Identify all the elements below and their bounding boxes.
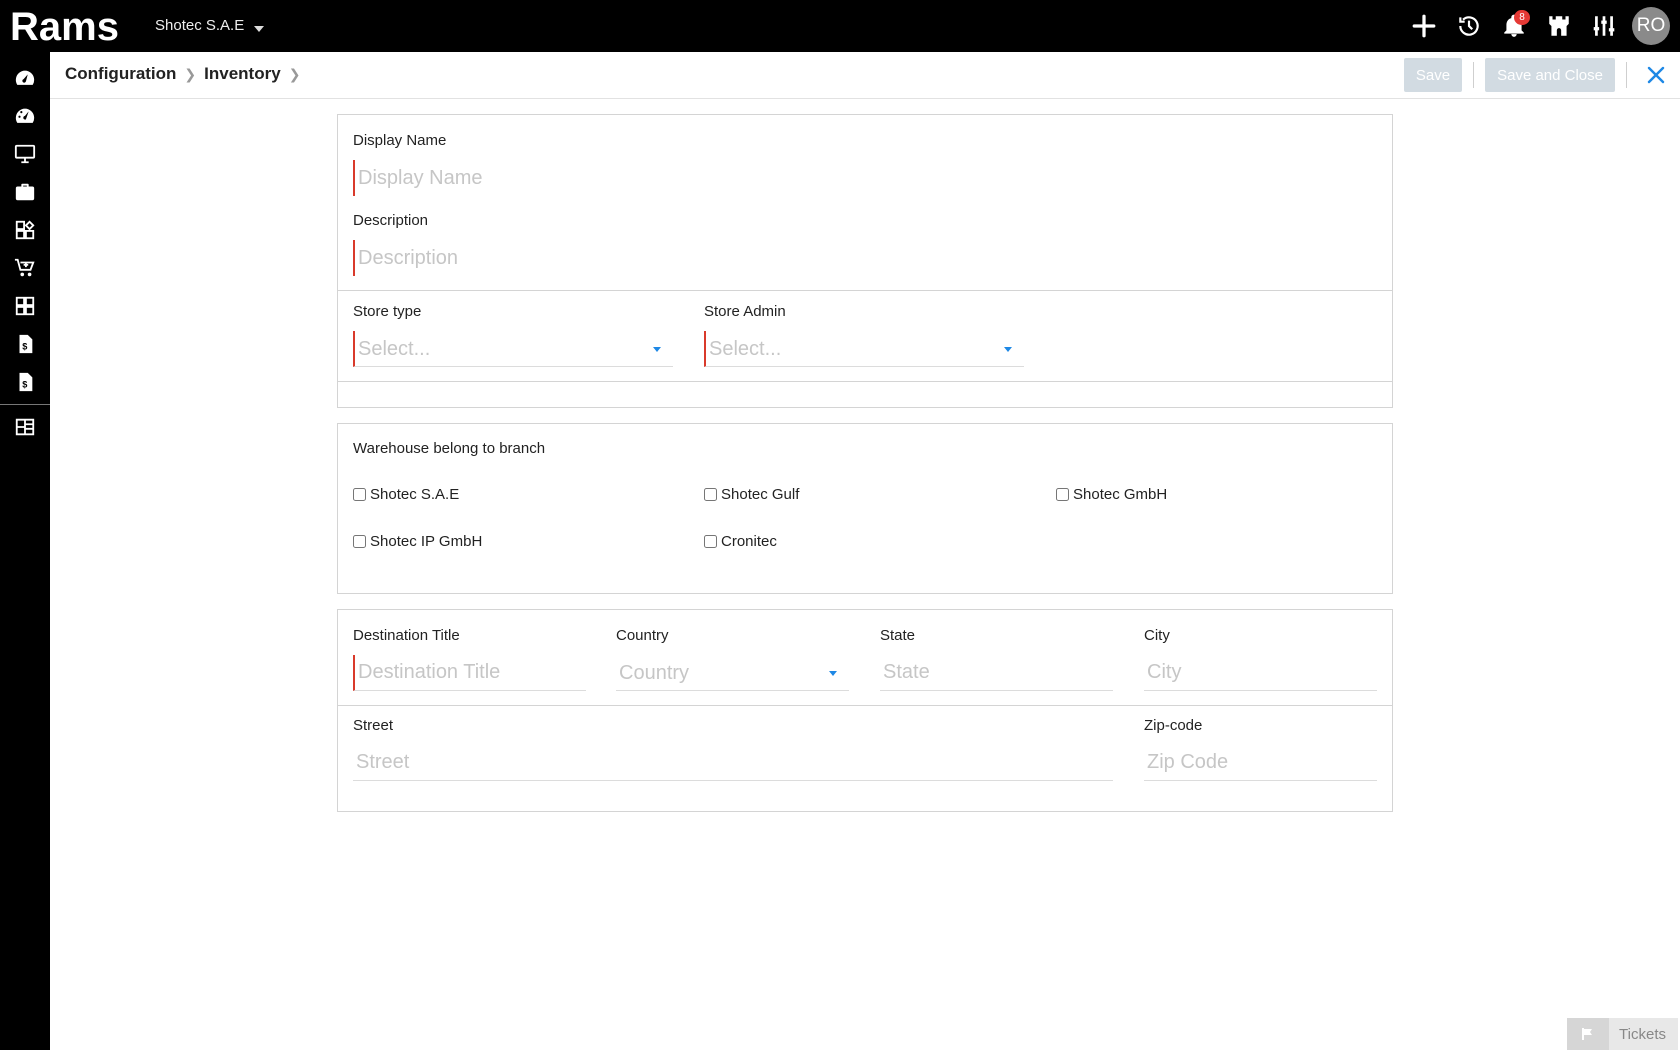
header-actions: Save Save and Close [1403,58,1680,92]
branch-checkbox-shotec-gulf[interactable]: Shotec Gulf [704,486,799,503]
notification-badge: 8 [1514,10,1530,25]
divider [1626,62,1627,88]
store-row: Store type Select... Store Admin Select.… [338,291,1392,382]
save-and-close-button[interactable]: Save and Close [1485,58,1615,92]
street-row: Street Zip-code [338,706,1392,811]
street-label: Street [353,717,394,734]
branch-checkbox-shotec-gmbh[interactable]: Shotec GmbH [1056,486,1167,503]
top-bar: Rams Shotec S.A.E 8 RO [0,0,1680,52]
invoice-alt-icon[interactable]: $ [0,363,50,401]
branch-checkbox-shotec-ip-gmbh[interactable]: Shotec IP GmbH [353,533,482,550]
city-input[interactable] [1144,655,1377,691]
display-name-input[interactable] [353,160,1373,196]
flag-icon [1567,1018,1610,1050]
rams-logo[interactable]: Rams [10,6,132,46]
store-type-select[interactable]: Select... [353,331,673,367]
branch-label: Shotec Gulf [721,486,800,503]
branch-checkbox-cronitec[interactable]: Cronitec [704,533,777,550]
chevron-down-icon [254,25,265,32]
zip-code-label: Zip-code [1144,717,1203,734]
caret-down-icon [1004,347,1012,352]
branch-label: Cronitec [721,533,777,550]
chevron-right-icon: ❯ [288,65,301,82]
monitor-icon[interactable] [0,135,50,173]
breadcrumb: Configuration ❯ Inventory ❯ [65,64,308,84]
cart-icon[interactable] [0,249,50,287]
svg-text:$: $ [22,380,27,390]
castle-icon[interactable] [1536,0,1581,52]
bell-icon[interactable]: 8 [1491,0,1536,52]
checkbox[interactable] [1056,488,1069,501]
modules-alt-icon[interactable] [0,287,50,325]
destination-title-label: Destination Title [353,627,460,644]
checkbox[interactable] [353,488,366,501]
breadcrumb-inventory[interactable]: Inventory [204,64,281,84]
checkbox[interactable] [704,488,717,501]
branch-label: Shotec S.A.E [370,486,460,503]
svg-text:Rams: Rams [10,6,119,46]
dashboard-icon[interactable] [0,59,50,97]
sidebar-divider [0,404,50,405]
company-selector[interactable]: Shotec S.A.E [155,17,265,34]
street-input[interactable] [353,745,1113,781]
country-placeholder: Country [619,662,690,684]
tickets-widget[interactable]: Tickets [1567,1018,1678,1050]
name-row: Display Name Description [338,115,1392,291]
store-admin-placeholder: Select... [709,338,782,360]
country-label: Country [616,627,669,644]
state-label: State [880,627,916,644]
state-input[interactable] [880,655,1113,691]
checkbox[interactable] [353,535,366,548]
save-button[interactable]: Save [1403,58,1463,92]
page-header: Configuration ❯ Inventory ❯ Save Save an… [50,52,1680,99]
description-input[interactable] [353,240,1373,276]
dashboard-alt-icon[interactable] [0,97,50,135]
plus-icon[interactable] [1401,0,1446,52]
city-label: City [1144,627,1170,644]
address-panel: Destination Title Country Country State … [337,609,1393,812]
company-name: Shotec S.A.E [155,17,245,34]
store-type-label: Store type [353,303,422,320]
store-admin-label: Store Admin [704,303,786,320]
invoice-icon[interactable]: $ [0,325,50,363]
general-panel: Display Name Description Store type Sele… [337,114,1393,408]
tickets-label: Tickets [1619,1025,1666,1043]
store-admin-select[interactable]: Select... [704,331,1024,367]
branches-title: Warehouse belong to branch [353,440,546,457]
country-select[interactable]: Country [616,655,849,691]
store-type-placeholder: Select... [358,338,431,360]
caret-down-icon [829,671,837,676]
history-icon[interactable] [1446,0,1491,52]
briefcase-icon[interactable] [0,173,50,211]
description-label: Description [353,212,429,229]
empty-row [338,382,1392,407]
branch-checkbox-shotec-sae[interactable]: Shotec S.A.E [353,486,459,503]
breadcrumb-configuration[interactable]: Configuration [65,64,176,84]
location-row: Destination Title Country Country State … [338,610,1392,706]
top-actions: 8 RO [1401,0,1680,52]
sliders-icon[interactable] [1581,0,1626,52]
destination-title-input[interactable] [353,655,586,691]
display-name-label: Display Name [353,132,447,149]
layout-icon[interactable] [0,408,50,446]
divider [1473,62,1475,88]
branches-panel: Warehouse belong to branch Shotec S.A.E … [337,423,1393,594]
branch-label: Shotec IP GmbH [370,533,483,550]
caret-down-icon [653,347,661,352]
svg-text:$: $ [22,342,27,352]
close-icon[interactable] [1638,58,1674,92]
chevron-right-icon: ❯ [184,65,197,82]
avatar[interactable]: RO [1632,7,1670,45]
zip-code-input[interactable] [1144,745,1377,781]
sidebar: $ $ [0,52,50,1050]
branch-label: Shotec GmbH [1073,486,1168,503]
modules-icon[interactable] [0,211,50,249]
checkbox[interactable] [704,535,717,548]
